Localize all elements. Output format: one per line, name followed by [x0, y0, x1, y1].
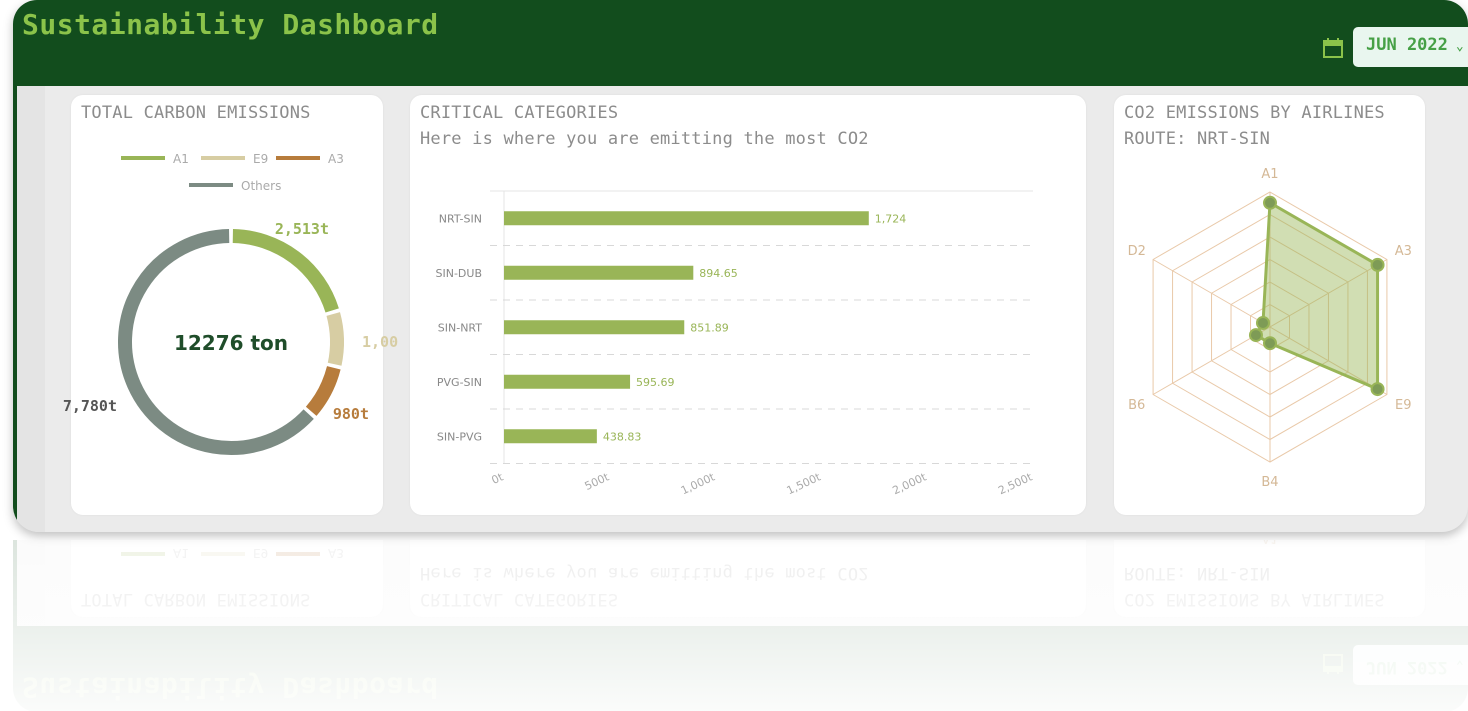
radar-axis-label-b4: B4: [1261, 475, 1278, 490]
donut-label-others: 7,780t: [63, 397, 117, 415]
radar-point-b4: [1263, 336, 1277, 351]
bar-sin-dub: [504, 265, 694, 280]
radar-axis-label-a1: A1: [1261, 167, 1278, 182]
bar-category-label: SIN-PVG: [437, 430, 482, 443]
radar-chart: A1 A3 E9 B4 B6 D2: [1128, 167, 1412, 490]
radar-point-a3: [1370, 257, 1385, 272]
bar-category-label: NRT-SIN: [439, 212, 482, 225]
reflection-fade: [0, 540, 1468, 711]
donut-label-e9: 1,00: [362, 333, 398, 351]
bar-xtick-label: 1,500t: [785, 470, 824, 497]
page-title: Sustainability Dashboard: [22, 8, 439, 41]
bar-pvg-sin: [504, 374, 631, 389]
bar-value-label: 595.69: [636, 376, 675, 389]
bar-category-label: SIN-DUB: [436, 267, 483, 280]
radar-axis-label-a3: A3: [1395, 244, 1412, 259]
bar-xtick-label: 2,500t: [996, 470, 1035, 497]
critical-categories-card: CRITICAL CATEGORIES Here is where you ar…: [410, 95, 1086, 515]
radar-point-d2: [1255, 315, 1270, 330]
donut-label-a3: 980t: [333, 405, 369, 423]
bar-sin-nrt: [504, 320, 685, 335]
bar-chart: NRT-SIN 1,724 SIN-DUB 894.65 SIN-NRT 851.89 PV…: [436, 190, 1035, 497]
bar-xtick-label: 500t: [583, 470, 612, 493]
bar-category-label: PVG-SIN: [437, 376, 482, 389]
legend-label-a1: A1: [173, 152, 189, 166]
radar-axis-label-b6: B6: [1128, 398, 1145, 413]
bar-value-label: 1,724: [875, 212, 907, 225]
total-emissions-card: TOTAL CARBON EMISSIONS A1 E9 A3 Others 2,513…: [63, 95, 398, 515]
month-select-value: JUN 2022: [1366, 35, 1448, 55]
donut-center-label: 12276 ton: [174, 331, 288, 355]
radar-point-b6: [1248, 328, 1263, 343]
donut-slice-a3: [305, 365, 341, 416]
chevron-down-icon: ⌄: [1455, 39, 1464, 54]
airlines-card: CO2 EMISSIONS BY AIRLINES ROUTE: NRT-SIN…: [1114, 95, 1425, 515]
month-select[interactable]: JUN 2022 ⌄: [1353, 27, 1468, 67]
dashboard-window: Sustainability Dashboard JUN 2022⌄ TOTAL…: [13, 0, 1468, 532]
bar-value-label: 851.89: [690, 321, 729, 334]
legend-label-others: Others: [241, 179, 281, 193]
radar-series-area: [1253, 200, 1380, 392]
radar-axis-label-e9: E9: [1395, 398, 1412, 413]
legend-label-a3: A3: [328, 152, 344, 166]
donut-chart: A1 E9 A3 Others 2,513t 1,00 980t 7,780t 12276 to…: [63, 152, 398, 455]
bar-xtick-label: 1,000t: [679, 470, 718, 497]
bar-value-label: 438.83: [603, 430, 642, 443]
bar-sin-pvg: [504, 429, 597, 444]
donut-label-a1: 2,513t: [275, 220, 329, 238]
header-bar: Sustainability Dashboard JUN 2022 ⌄: [13, 0, 1468, 86]
bar-value-label: 894.65: [699, 267, 738, 280]
radar-point-a1: [1263, 195, 1277, 210]
bar-xtick-label: 0t: [490, 470, 506, 487]
donut-slice-e9: [326, 312, 344, 366]
bar-category-label: SIN-NRT: [438, 321, 482, 334]
radar-point-e9: [1370, 382, 1385, 397]
radar-axis-label-d2: D2: [1128, 244, 1146, 259]
bar-nrt-sin: [504, 211, 869, 226]
sidebar-edge: [13, 86, 45, 532]
legend-label-e9: E9: [253, 152, 268, 166]
donut-slice-a1: [232, 229, 339, 313]
calendar-icon[interactable]: [1323, 37, 1343, 59]
bar-xtick-label: 2,000t: [891, 470, 930, 497]
